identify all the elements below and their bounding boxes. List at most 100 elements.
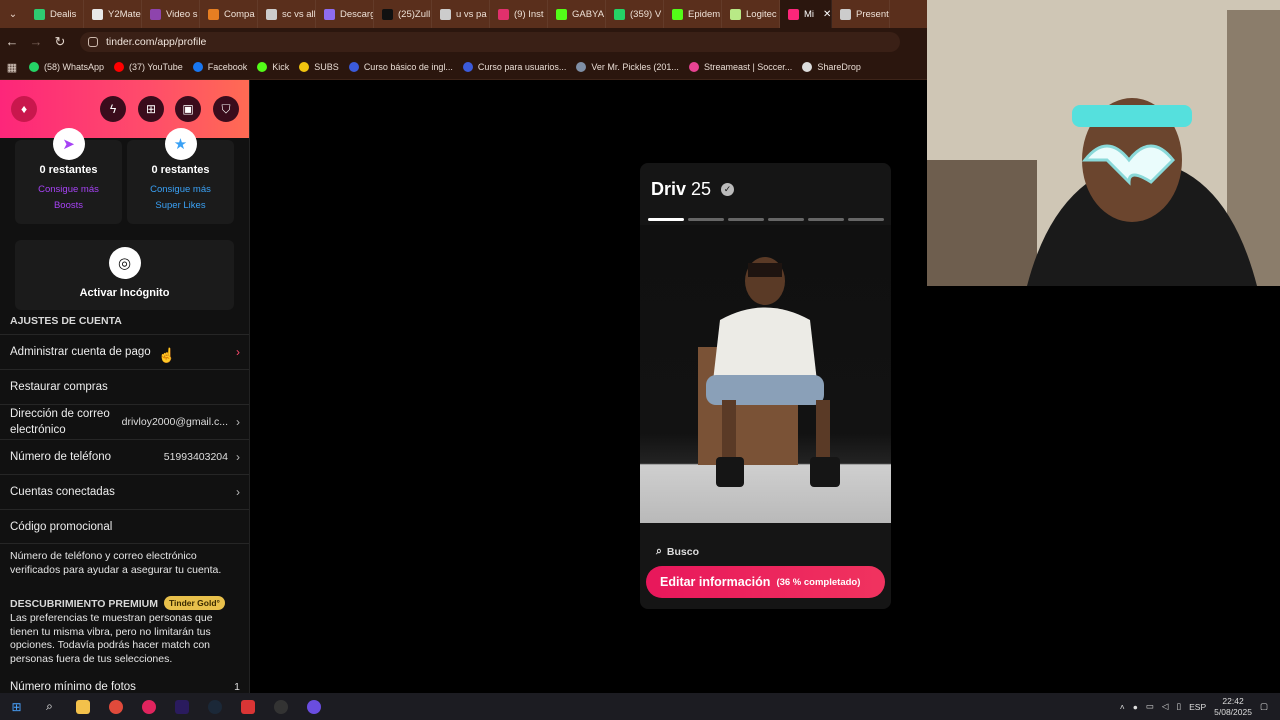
volume-icon[interactable]: ◁ [1162,701,1169,712]
browser-tab[interactable]: GABYA [548,0,606,28]
boost-bolt-icon[interactable]: ϟ [100,96,126,122]
media-player-icon[interactable] [132,693,165,720]
star-icon: ★ [164,128,197,160]
email-row[interactable]: Dirección de correo electrónico drivloy2… [0,404,249,439]
edit-profile-button[interactable]: Editar información (36 % completado) [646,566,885,598]
system-tray: ˄ ● ▭ ◁ ▯ ESP 22:42 5/08/2025 ▢ [1120,696,1280,718]
row-label: Cuentas conectadas [10,486,115,498]
browser-tab[interactable]: Present [832,0,890,28]
chevron-up-icon[interactable]: ˄ [1120,702,1125,712]
windows-start-icon[interactable]: ⊞ [0,693,33,720]
browser-tab[interactable]: u vs pa [432,0,490,28]
premiere-icon[interactable] [165,693,198,720]
shield-icon[interactable]: ⛉ [213,96,239,122]
boosts-card[interactable]: ➤ 0 restantes Consigue más Boosts [15,128,122,224]
row-label: Administrar cuenta de pago [10,346,151,358]
tab-label: Dealis [50,8,77,20]
browser-tab[interactable]: Compa [200,0,258,28]
reload-icon[interactable]: ↻ [48,28,72,55]
gift-icon[interactable]: ▣ [175,96,201,122]
speaker-icon[interactable]: ▯ [1176,701,1181,712]
tab-search-chevron-icon[interactable]: ⌄ [0,0,26,28]
superlikes-more-link[interactable]: Consigue más [127,184,234,195]
tab-label: Present [856,8,889,20]
email-value: drivloy2000@gmail.c... [121,416,228,428]
min-photos-row[interactable]: Número mínimo de fotos 1 [0,677,249,693]
superlikes-card[interactable]: ★ 0 restantes Consigue más Super Likes [127,128,234,224]
search-icon: ⌕ [656,545,662,557]
chrome-icon[interactable] [99,693,132,720]
tab-favicon-icon [382,8,393,20]
browser-tab[interactable]: Logitec [722,0,780,28]
bookmark-item[interactable]: Streameast | Soccer... [684,62,797,72]
obs-icon[interactable] [264,693,297,720]
notifications-icon[interactable]: ▢ [1260,701,1268,712]
boosts-label[interactable]: Boosts [15,200,122,211]
browser-tab[interactable]: Video s [142,0,200,28]
browser-tab[interactable]: Dealis [26,0,84,28]
tab-favicon-icon [840,8,851,20]
tab-favicon-icon [34,8,45,20]
steam-icon[interactable] [198,693,231,720]
incognito-card[interactable]: ◎ Activar Incógnito [15,240,234,310]
red-app-icon[interactable] [231,693,264,720]
browser-tab[interactable]: Y2Mate [84,0,142,28]
premium-title: DESCUBRIMIENTO PREMIUM [10,598,158,610]
app-icon[interactable] [297,693,330,720]
payment-account-row[interactable]: Administrar cuenta de pago › [0,334,249,369]
site-info-icon[interactable] [88,36,98,47]
bookmark-item[interactable]: Curso básico de ingl... [344,62,458,72]
edit-label: Editar información [660,575,771,589]
photo-indicator[interactable] [728,218,764,221]
bookmark-label: Facebook [207,62,248,72]
close-tab-icon[interactable]: ✕ [823,9,831,20]
bookmark-item[interactable]: ShareDrop [797,62,866,72]
superlikes-label[interactable]: Super Likes [127,200,234,211]
network-icon[interactable]: ▭ [1146,701,1154,712]
photo-indicator[interactable] [688,218,724,221]
tab-label: (25)Zull [398,8,431,20]
photo-indicator[interactable] [648,218,684,221]
profile-photo[interactable] [640,225,891,523]
restore-purchases-row[interactable]: Restaurar compras [0,369,249,404]
tinder-flame-icon[interactable]: ♦ [11,96,37,122]
bookmark-item[interactable]: Kick [252,62,294,72]
browser-tab[interactable]: (9) Inst [490,0,548,28]
bookmark-item[interactable]: Facebook [188,62,253,72]
boosts-more-link[interactable]: Consigue más [15,184,122,195]
browser-tab[interactable]: Descarg [316,0,374,28]
forward-arrow-icon[interactable]: → [24,28,48,55]
microphone-icon[interactable]: ● [1133,702,1138,712]
clock[interactable]: 22:42 5/08/2025 [1214,696,1252,718]
search-icon[interactable]: ⌕ [33,693,66,720]
photo-indicator[interactable] [848,218,884,221]
bookmark-favicon-icon [299,62,310,72]
back-arrow-icon[interactable]: ← [0,28,24,55]
bookmark-item[interactable]: Curso para usuarios... [458,62,572,72]
bookmark-label: Streameast | Soccer... [703,62,793,72]
bookmarks-bar: ▦ (58) WhatsApp (37) YouTube Facebook Kick S… [0,55,927,80]
apps-grid-icon[interactable]: ▦ [0,55,24,79]
photo-indicator[interactable] [768,218,804,221]
bookmark-item[interactable]: (58) WhatsApp [24,62,109,72]
connected-accounts-row[interactable]: Cuentas conectadas › [0,474,249,509]
bookmark-item[interactable]: SUBS [294,62,344,72]
explore-icon[interactable]: ⊞ [138,96,164,122]
bookmark-item[interactable]: (37) YouTube [109,62,188,72]
completion-percent: (36 % completado) [776,576,861,588]
phone-row[interactable]: Número de teléfono 51993403204 › [0,439,249,474]
tab-favicon-icon [788,8,799,20]
file-explorer-icon[interactable] [66,693,99,720]
browser-tab[interactable]: sc vs all [258,0,316,28]
language-indicator[interactable]: ESP [1189,702,1206,712]
url-field[interactable]: tinder.com/app/profile [80,31,900,52]
clock-time: 22:42 [1222,695,1244,706]
browser-tab[interactable]: (25)Zull [374,0,432,28]
photo-indicator[interactable] [808,218,844,221]
bookmark-item[interactable]: Ver Mr. Pickles (201... [571,62,684,72]
browser-tab[interactable]: Mi ✕ [780,0,832,28]
tab-favicon-icon [672,8,683,20]
promo-code-row[interactable]: Código promocional [0,509,249,544]
browser-tab[interactable]: (359) V [606,0,664,28]
browser-tab[interactable]: Epidem [664,0,722,28]
